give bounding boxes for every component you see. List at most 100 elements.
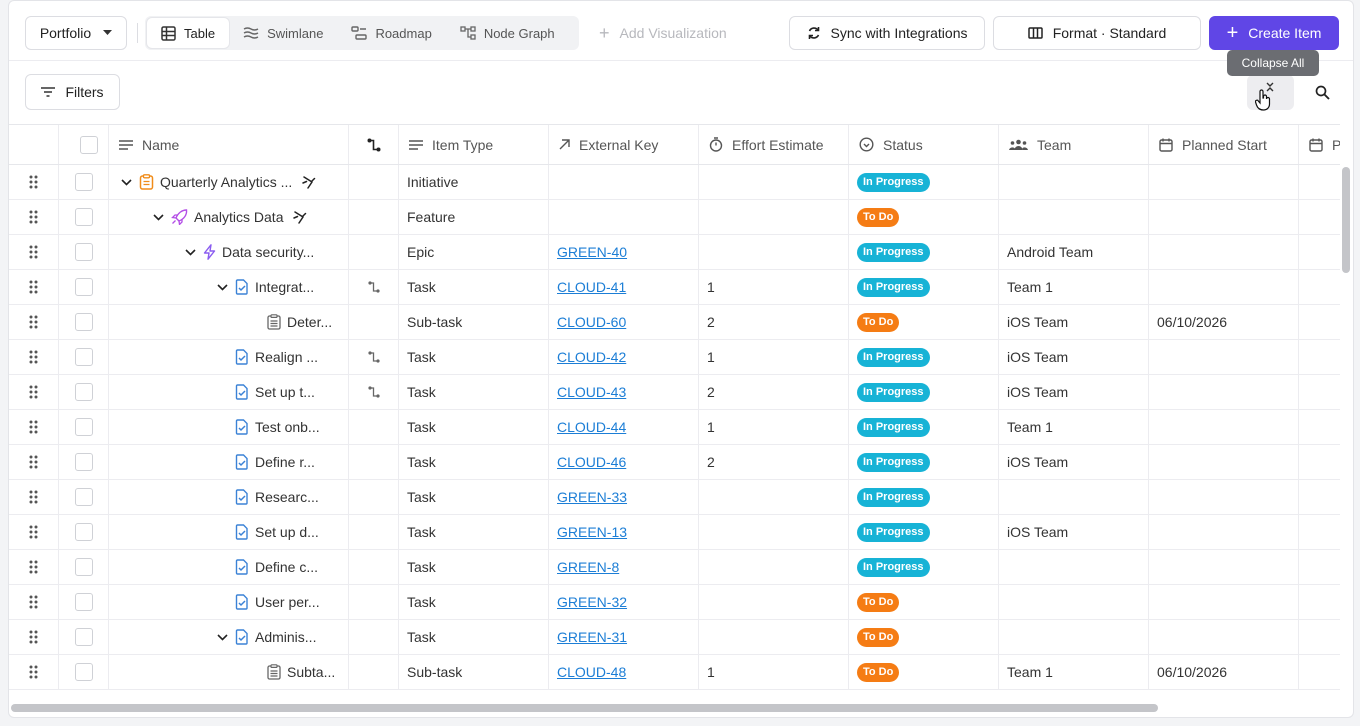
external-key-link[interactable]: GREEN-33 (557, 489, 627, 505)
team-cell[interactable] (999, 620, 1149, 654)
planned-end-cell[interactable] (1299, 200, 1340, 234)
effort-cell[interactable]: 2 (699, 445, 849, 479)
vertical-scrollbar[interactable] (1342, 167, 1350, 273)
row-checkbox[interactable] (74, 348, 93, 366)
item-name[interactable]: Quarterly Analytics ... (160, 174, 292, 190)
row-select[interactable] (59, 410, 109, 444)
status-cell[interactable]: To Do (849, 200, 999, 234)
row-select[interactable] (59, 270, 109, 304)
item-name[interactable]: Researc... (255, 489, 319, 505)
planned-start-cell[interactable] (1149, 550, 1299, 584)
table-row[interactable]: Set up t... Task CLOUD-43 2 In Progress iOS T… (9, 375, 1340, 410)
expand-toggle[interactable] (183, 248, 197, 256)
effort-cell[interactable] (699, 165, 849, 199)
external-key-cell[interactable]: CLOUD-43 (549, 375, 699, 409)
external-key-cell[interactable]: GREEN-8 (549, 550, 699, 584)
planned-start-cell[interactable]: 06/10/2026 (1149, 655, 1299, 689)
row-select[interactable] (59, 235, 109, 269)
header-select-all[interactable] (59, 125, 109, 164)
row-checkbox[interactable] (74, 558, 93, 576)
row-checkbox[interactable] (74, 488, 93, 506)
row-select[interactable] (59, 585, 109, 619)
table-row[interactable]: Data security... Epic GREEN-40 In Progress A… (9, 235, 1340, 270)
name-cell[interactable]: Define c... (109, 550, 349, 584)
external-key-cell[interactable]: CLOUD-42 (549, 340, 699, 374)
team-cell[interactable]: Team 1 (999, 410, 1149, 444)
search-button[interactable] (1311, 81, 1333, 103)
effort-cell[interactable] (699, 200, 849, 234)
item-name[interactable]: Analytics Data (194, 209, 283, 225)
header-external-key[interactable]: External Key (549, 125, 699, 164)
status-badge[interactable]: In Progress (857, 382, 930, 402)
expand-toggle[interactable] (119, 178, 133, 186)
team-cell[interactable] (999, 480, 1149, 514)
status-badge[interactable]: To Do (857, 627, 900, 647)
name-cell[interactable]: Quarterly Analytics ... (109, 165, 349, 199)
planned-start-cell[interactable]: 06/10/2026 (1149, 305, 1299, 339)
planned-start-cell[interactable] (1149, 620, 1299, 654)
planned-start-cell[interactable] (1149, 375, 1299, 409)
team-cell[interactable]: Android Team (999, 235, 1149, 269)
planned-end-cell[interactable] (1299, 305, 1340, 339)
team-cell[interactable]: iOS Team (999, 375, 1149, 409)
name-cell[interactable]: Subta... (109, 655, 349, 689)
create-item-button[interactable]: + Create Item (1209, 16, 1339, 50)
team-cell[interactable]: iOS Team (999, 305, 1149, 339)
name-cell[interactable]: Researc... (109, 480, 349, 514)
table-row[interactable]: Define r... Task CLOUD-46 2 In Progress iOS T… (9, 445, 1340, 480)
external-key-link[interactable]: CLOUD-48 (557, 664, 626, 680)
status-badge[interactable]: In Progress (857, 452, 930, 472)
row-drag-handle[interactable] (9, 445, 59, 479)
effort-cell[interactable]: 2 (699, 375, 849, 409)
tab-table[interactable]: Table (147, 18, 230, 48)
expand-toggle[interactable] (151, 213, 165, 221)
external-key-link[interactable]: CLOUD-60 (557, 314, 626, 330)
effort-cell[interactable] (699, 235, 849, 269)
effort-cell[interactable]: 2 (699, 305, 849, 339)
header-planned-end[interactable]: Pla (1299, 125, 1340, 164)
table-row[interactable]: Subta... Sub-task CLOUD-48 1 To Do Team 1 06/1… (9, 655, 1340, 690)
status-cell[interactable]: To Do (849, 305, 999, 339)
header-effort[interactable]: Effort Estimate (699, 125, 849, 164)
row-select[interactable] (59, 165, 109, 199)
chevron-down-icon[interactable] (216, 633, 228, 641)
dependency-cell[interactable] (349, 620, 399, 654)
table-row[interactable]: Researc... Task GREEN-33 In Progress (9, 480, 1340, 515)
status-badge[interactable]: In Progress (857, 417, 930, 437)
planned-start-cell[interactable] (1149, 200, 1299, 234)
header-team[interactable]: Team (999, 125, 1149, 164)
status-cell[interactable]: In Progress (849, 515, 999, 549)
item-name[interactable]: Test onb... (255, 419, 320, 435)
planned-end-cell[interactable] (1299, 585, 1340, 619)
sync-integrations-button[interactable]: Sync with Integrations (789, 16, 985, 50)
team-cell[interactable] (999, 200, 1149, 234)
external-key-link[interactable]: GREEN-32 (557, 594, 627, 610)
team-cell[interactable] (999, 165, 1149, 199)
row-checkbox[interactable] (74, 593, 93, 611)
external-key-cell[interactable]: GREEN-33 (549, 480, 699, 514)
external-key-cell[interactable]: GREEN-13 (549, 515, 699, 549)
row-drag-handle[interactable] (9, 515, 59, 549)
status-badge[interactable]: To Do (857, 312, 900, 332)
row-checkbox[interactable] (74, 628, 93, 646)
dependency-cell[interactable] (349, 200, 399, 234)
status-cell[interactable]: In Progress (849, 550, 999, 584)
planned-end-cell[interactable] (1299, 410, 1340, 444)
dependency-cell[interactable] (349, 585, 399, 619)
table-row[interactable] (9, 690, 1340, 704)
dependency-cell[interactable] (349, 305, 399, 339)
dependency-cell[interactable] (349, 375, 399, 409)
header-name[interactable]: Name (109, 125, 349, 164)
row-drag-handle[interactable] (9, 200, 59, 234)
item-type-cell[interactable]: Task (399, 375, 549, 409)
external-key-cell[interactable] (549, 200, 699, 234)
table-row[interactable]: Set up d... Task GREEN-13 In Progress iOS Te… (9, 515, 1340, 550)
planned-end-cell[interactable] (1299, 340, 1340, 374)
status-cell[interactable]: To Do (849, 620, 999, 654)
status-cell[interactable]: To Do (849, 585, 999, 619)
external-key-link[interactable]: GREEN-40 (557, 244, 627, 260)
external-key-link[interactable]: CLOUD-41 (557, 279, 626, 295)
table-row[interactable]: Test onb... Task CLOUD-44 1 In Progress Team … (9, 410, 1340, 445)
name-cell[interactable]: Realign ... (109, 340, 349, 374)
effort-cell[interactable]: 1 (699, 270, 849, 304)
